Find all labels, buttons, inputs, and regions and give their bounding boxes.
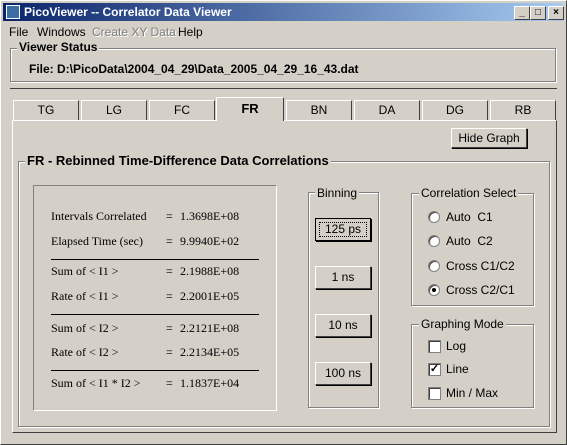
stat-row: Rate of < I1 > = 2.2001E+05 <box>51 289 271 305</box>
stat-label: Sum of < I1 > <box>51 264 119 278</box>
file-path: File: D:\PicoData\2004_04_29\Data_2005_0… <box>29 62 359 76</box>
correlation-radio[interactable] <box>428 235 440 247</box>
correlation-radio[interactable] <box>428 211 440 223</box>
correlation-option-label: Cross C2/C1 <box>446 283 515 297</box>
graphing-mode-checkbox[interactable] <box>428 340 441 353</box>
separator <box>10 88 557 89</box>
stat-row: Intervals Correlated = 1.3698E+08 <box>51 209 271 225</box>
correlation-option-label: Auto C2 <box>446 234 493 248</box>
binning-button[interactable]: 100 ns <box>315 362 371 385</box>
stat-row: Elapsed Time (sec) = 9.9940E+02 <box>51 234 271 250</box>
correlation-option-label: Cross C1/C2 <box>446 259 515 273</box>
viewer-status-title: Viewer Status <box>17 40 100 54</box>
binning-title: Binning <box>315 186 360 200</box>
correlation-select-title: Correlation Select <box>419 186 519 200</box>
stat-label: Sum of < I2 > <box>51 321 119 335</box>
menu-bar: File Windows Create XY Data Help <box>3 22 563 40</box>
stat-value: 1.3698E+08 <box>180 209 240 223</box>
maximize-button[interactable]: □ <box>530 6 546 20</box>
app-icon <box>6 5 20 19</box>
stat-label: Rate of < I2 > <box>51 345 119 359</box>
stat-label: Rate of < I1 > <box>51 289 119 303</box>
tab-bn[interactable]: BN <box>286 100 352 120</box>
main-window: PicoViewer -- Correlator Data Viewer _ □… <box>0 0 567 445</box>
fr-group-title: FR - Rebinned Time-Difference Data Corre… <box>25 153 331 168</box>
hide-graph-button[interactable]: Hide Graph <box>451 128 527 148</box>
graphing-mode-label: Min / Max <box>446 386 499 400</box>
tab-fc[interactable]: FC <box>149 100 215 120</box>
graphing-mode-label: Log <box>446 339 467 353</box>
stat-row: Sum of < I1 > = 2.1988E+08 <box>51 264 271 280</box>
stat-row: Sum of < I1 * I2 > = 1.1837E+04 <box>51 376 271 392</box>
stats-divider-2 <box>51 314 259 315</box>
stat-equals: = <box>166 321 173 335</box>
tab-fr[interactable]: FR <box>216 97 284 121</box>
graphing-mode-title: Graphing Mode <box>419 317 506 331</box>
window-title: PicoViewer -- Correlator Data Viewer <box>24 5 232 19</box>
stat-equals: = <box>166 264 173 278</box>
stat-label: Elapsed Time (sec) <box>51 234 143 248</box>
stat-equals: = <box>166 234 173 248</box>
stat-value: 9.9940E+02 <box>180 234 240 248</box>
menu-file[interactable]: File <box>9 25 28 39</box>
tab-rb[interactable]: RB <box>490 100 556 120</box>
stat-value: 2.1988E+08 <box>180 264 240 278</box>
stats-divider-3 <box>51 370 259 371</box>
menu-help[interactable]: Help <box>178 25 203 39</box>
stat-value: 1.1837E+04 <box>180 376 240 390</box>
correlation-option-label: Auto C1 <box>446 210 493 224</box>
stats-divider-1 <box>51 259 259 260</box>
stat-row: Rate of < I2 > = 2.2134E+05 <box>51 345 271 361</box>
stat-value: 2.2001E+05 <box>180 289 240 303</box>
stat-label: Sum of < I1 * I2 > <box>51 376 141 390</box>
stat-row: Sum of < I2 > = 2.2121E+08 <box>51 321 271 337</box>
correlation-radio[interactable] <box>428 284 440 296</box>
menu-create-xy-data[interactable]: Create XY Data <box>92 25 176 39</box>
graphing-mode-label: Line <box>446 362 469 376</box>
stat-value: 2.2134E+05 <box>180 345 240 359</box>
minimize-button[interactable]: _ <box>514 6 530 20</box>
title-bar[interactable]: PicoViewer -- Correlator Data Viewer _ □… <box>3 3 564 21</box>
stat-value: 2.2121E+08 <box>180 321 240 335</box>
binning-button[interactable]: 10 ns <box>315 314 371 337</box>
graphing-mode-checkbox[interactable]: ✓ <box>428 363 441 376</box>
stat-equals: = <box>166 345 173 359</box>
tab-da[interactable]: DA <box>354 100 420 120</box>
tab-dg[interactable]: DG <box>422 100 488 120</box>
stat-label: Intervals Correlated <box>51 209 147 223</box>
binning-button[interactable]: 125 ps <box>315 218 371 241</box>
close-button[interactable]: × <box>548 6 564 20</box>
binning-button[interactable]: 1 ns <box>315 266 371 289</box>
graphing-mode-checkbox[interactable] <box>428 387 441 400</box>
tab-tg[interactable]: TG <box>13 100 79 120</box>
stat-equals: = <box>166 376 173 390</box>
tab-lg[interactable]: LG <box>81 100 147 120</box>
menu-windows[interactable]: Windows <box>37 25 86 39</box>
stat-equals: = <box>166 289 173 303</box>
correlation-radio[interactable] <box>428 260 440 272</box>
stat-equals: = <box>166 209 173 223</box>
